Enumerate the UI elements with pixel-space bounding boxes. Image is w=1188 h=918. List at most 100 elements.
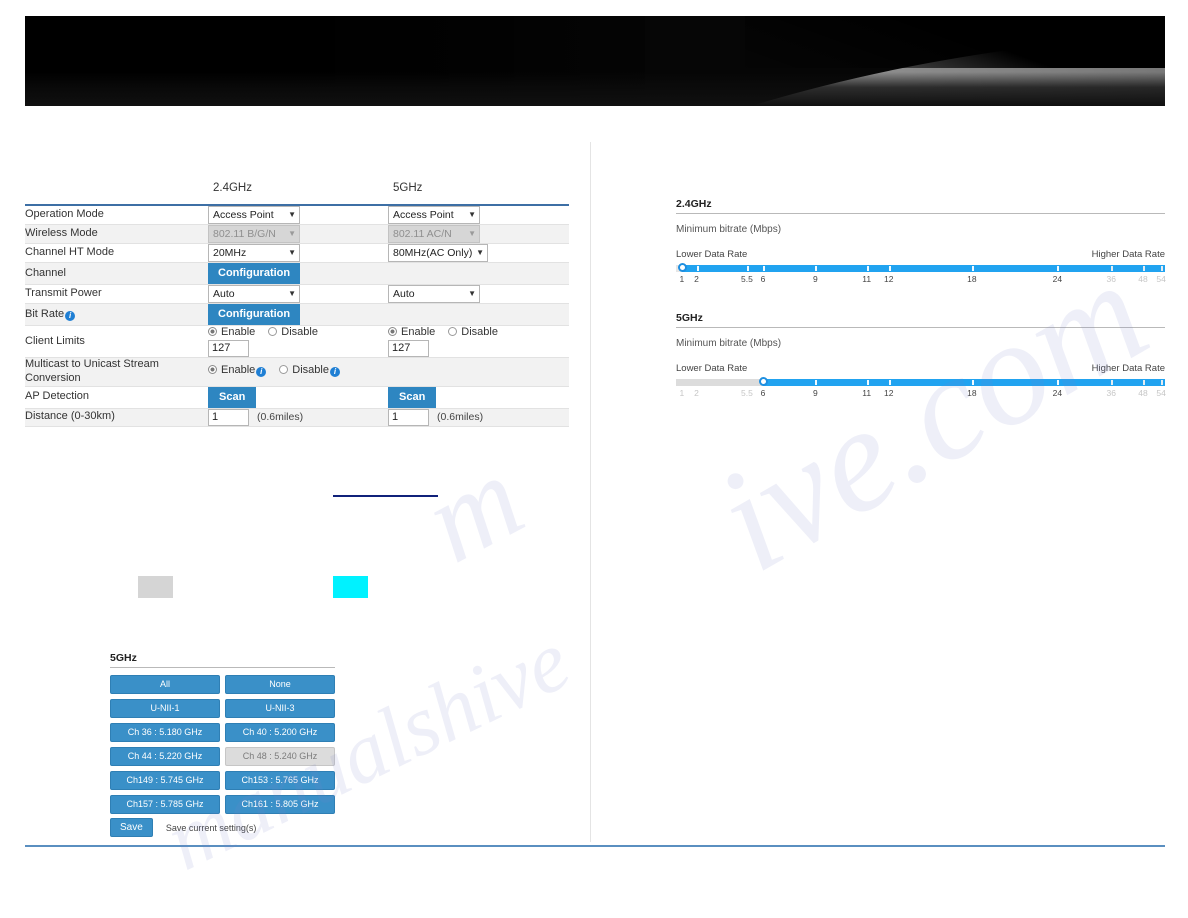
channel-button[interactable]: Ch157 : 5.785 GHz <box>110 795 220 814</box>
table-row: Bit Rate i Configuration <box>25 303 569 326</box>
save-button[interactable]: Save <box>110 818 153 837</box>
settings-table: Operation Mode Access Point ▼ Access Poin… <box>25 204 569 427</box>
tick-label: 9 <box>812 388 818 398</box>
chevron-down-icon: ▼ <box>476 248 484 257</box>
info-icon[interactable]: i <box>65 310 76 321</box>
slider-handle[interactable] <box>677 263 687 272</box>
tick-label: 48 <box>1138 388 1148 398</box>
bitrate-block-5ghz: 5GHz Minimum bitrate (Mbps) Lower Data R… <box>676 312 1166 400</box>
bitrate-block-24ghz: 2.4GHz Minimum bitrate (Mbps) Lower Data… <box>676 198 1166 286</box>
tick-label: 5.5 <box>740 388 753 398</box>
distance-input-24[interactable]: 1 <box>208 408 249 426</box>
select-value: 80MHz(AC Only) <box>393 247 473 259</box>
cell-5ghz: Scan <box>388 386 569 408</box>
channel-button[interactable]: None <box>225 675 335 694</box>
cell-24ghz: 802.11 B/G/N ▼ <box>208 225 388 244</box>
channel-button[interactable]: Ch 48 : 5.240 GHz <box>225 747 335 766</box>
channel-ht-mode-select-24[interactable]: 20MHz ▼ <box>208 244 300 262</box>
select-value: Auto <box>393 288 415 300</box>
channel-button-row: U-NII-1 U-NII-3 <box>110 699 335 718</box>
radio-disable-multicast[interactable] <box>279 365 289 375</box>
client-limits-input-5[interactable]: 127 <box>388 340 429 357</box>
channel-button[interactable]: Ch 36 : 5.180 GHz <box>110 723 220 742</box>
radio-enable-5[interactable] <box>388 327 397 336</box>
tick-label: 9 <box>812 274 818 284</box>
tick-label: 6 <box>760 388 766 398</box>
radio-enable-24[interactable] <box>208 327 217 336</box>
row-label: Channel HT Mode <box>25 246 115 259</box>
cell-24ghz: Scan <box>208 386 388 408</box>
chevron-down-icon: ▼ <box>288 210 296 219</box>
cell-bitrate: Configuration <box>208 304 569 326</box>
select-value: Access Point <box>393 209 454 221</box>
channel-ht-mode-select-5[interactable]: 80MHz(AC Only) ▼ <box>388 244 488 262</box>
cell-5ghz: Enable Disable 127 <box>388 326 569 358</box>
higher-data-rate-label: Higher Data Rate <box>1091 249 1165 260</box>
cell-24ghz: 20MHz ▼ <box>208 244 388 263</box>
channel-button[interactable]: Ch161 : 5.805 GHz <box>225 795 335 814</box>
chevron-down-icon: ▼ <box>288 229 296 238</box>
table-row: Client Limits Enable Disable 127 Enable Di… <box>25 326 569 358</box>
row-label: Multicast to Unicast Stream Conversion <box>25 358 159 384</box>
channel-button[interactable]: Ch149 : 5.745 GHz <box>110 771 220 790</box>
tick-label: 1 <box>679 274 685 284</box>
ap-detection-scan-button-5[interactable]: Scan <box>388 386 437 408</box>
operation-mode-select-5[interactable]: Access Point ▼ <box>388 206 480 224</box>
channel-configuration-button[interactable]: Configuration <box>208 263 301 284</box>
bitrate-slider-track-5[interactable] <box>676 377 1165 386</box>
row-label: Client Limits <box>25 334 85 347</box>
tick-label: 11 <box>862 388 872 398</box>
row-label: AP Detection <box>25 390 90 403</box>
distance-unit-5: (0.6miles) <box>437 410 484 423</box>
slider-handle[interactable] <box>759 377 769 386</box>
channel-button[interactable]: U-NII-1 <box>110 699 220 718</box>
radio-enable-multicast[interactable] <box>208 365 217 375</box>
bitrate-tick-labels-24: 1 2 5.5 6 9 11 12 18 24 36 48 54 <box>676 274 1165 286</box>
select-value: 802.11 B/G/N <box>213 228 276 240</box>
bitrate-tick-labels-5: 1 2 5.5 6 9 11 12 18 24 36 48 54 <box>676 388 1165 400</box>
bitrate-slider-track-24[interactable] <box>676 263 1165 272</box>
radio-disable-24[interactable] <box>268 327 278 336</box>
wireless-mode-select-24: 802.11 B/G/N ▼ <box>208 225 300 243</box>
operation-mode-select-24[interactable]: Access Point ▼ <box>208 206 300 224</box>
multicast-radios: Enable i Disable i <box>208 364 569 379</box>
tick-label: 12 <box>883 274 894 284</box>
distance-input-5[interactable]: 1 <box>388 408 429 426</box>
table-row: Operation Mode Access Point ▼ Access Poin… <box>25 205 569 225</box>
radio-disable-label: Disable <box>461 326 498 338</box>
wireless-mode-select-5: 802.11 AC/N ▼ <box>388 225 480 243</box>
channel-panel-title: 5GHz <box>110 652 335 668</box>
bitrate-configuration-button[interactable]: Configuration <box>208 304 301 325</box>
chevron-down-icon: ▼ <box>288 289 296 298</box>
channel-button-row: Ch 36 : 5.180 GHz Ch 40 : 5.200 GHz <box>110 723 335 742</box>
transmit-power-select-5[interactable]: Auto ▼ <box>388 285 480 303</box>
channel-button[interactable]: Ch 44 : 5.220 GHz <box>110 747 220 766</box>
table-row: Multicast to Unicast Stream Conversion E… <box>25 357 569 386</box>
info-icon[interactable]: i <box>256 367 267 378</box>
table-row: Distance (0-30km) 1 (0.6miles) 1 (0.6miles… <box>25 408 569 426</box>
transmit-power-select-24[interactable]: Auto ▼ <box>208 285 300 303</box>
cell-5ghz: 802.11 AC/N ▼ <box>388 225 569 244</box>
radio-enable-label: Enable <box>401 326 436 338</box>
channel-button-row: Ch149 : 5.745 GHz Ch153 : 5.765 GHz <box>110 771 335 790</box>
channel-button-row: Ch157 : 5.785 GHz Ch161 : 5.805 GHz <box>110 795 335 814</box>
radio-enable-label: Enable <box>221 364 256 377</box>
radio-disable-5[interactable] <box>448 327 458 336</box>
wireless-settings-panel: 2.4GHz 5GHz Operation Mode Access Point ▼… <box>25 182 569 427</box>
bottom-rule <box>25 845 1165 847</box>
channel-button[interactable]: All <box>110 675 220 694</box>
channel-button[interactable]: U-NII-3 <box>225 699 335 718</box>
channel-button-grid: All None U-NII-1 U-NII-3 Ch 36 : 5.180 GHz Ch… <box>110 675 335 814</box>
chevron-down-icon: ▼ <box>468 289 476 298</box>
column-header-5ghz: 5GHz <box>393 182 423 194</box>
client-limits-input-24[interactable]: 127 <box>208 340 249 357</box>
cell-5ghz: 80MHz(AC Only) ▼ <box>388 244 569 263</box>
tick-label: 48 <box>1138 274 1148 284</box>
tick-label: 54 <box>1156 388 1166 398</box>
tick-label: 2 <box>694 274 699 284</box>
info-icon[interactable]: i <box>329 367 340 378</box>
ap-detection-scan-button-24[interactable]: Scan <box>208 386 257 408</box>
channel-selection-panel: 5GHz All None U-NII-1 U-NII-3 Ch 36 : 5.180 … <box>110 652 335 819</box>
channel-button[interactable]: Ch153 : 5.765 GHz <box>225 771 335 790</box>
channel-button[interactable]: Ch 40 : 5.200 GHz <box>225 723 335 742</box>
